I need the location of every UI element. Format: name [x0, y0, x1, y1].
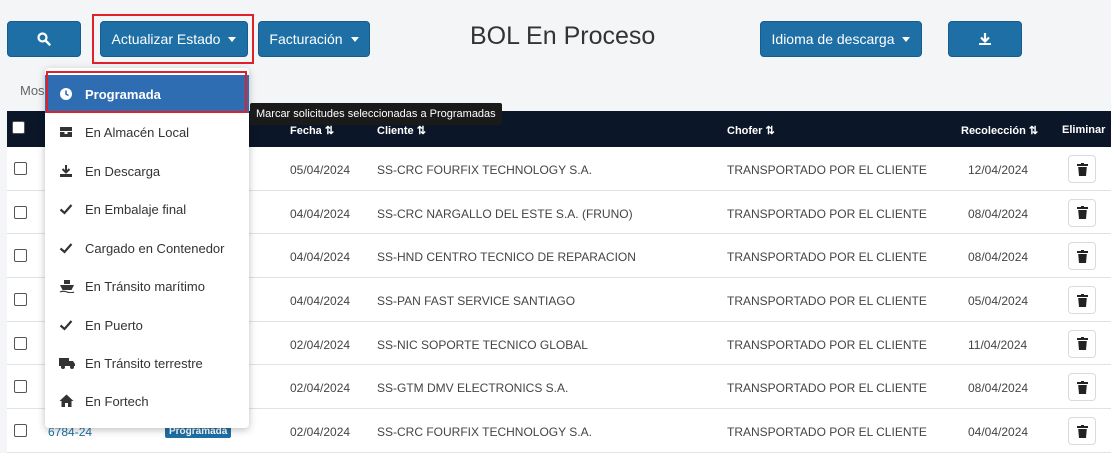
trash-icon	[1076, 293, 1088, 307]
row-checkbox[interactable]	[14, 380, 27, 394]
check-icon	[59, 318, 85, 332]
fecha-cell: 05/04/2024	[290, 163, 351, 177]
update-status-menu: Programada En Almacén Local En Descarga En …	[45, 68, 249, 428]
menu-item-en-embalaje-final[interactable]: En Embalaje final	[45, 190, 249, 228]
warehouse-icon	[59, 125, 85, 139]
menu-item-en-almacén-local[interactable]: En Almacén Local	[45, 113, 249, 151]
chevron-down-icon	[902, 36, 911, 42]
search-icon	[37, 32, 51, 46]
cliente-cell: SS-CRC NARGALLO DEL ESTE S.A. (FRUNO)	[377, 206, 633, 221]
home-icon	[59, 394, 85, 408]
row-checkbox[interactable]	[14, 336, 27, 350]
show-entries-label: Mos	[20, 83, 45, 98]
fecha-cell: 04/04/2024	[290, 250, 351, 265]
download-icon	[59, 164, 85, 178]
delete-button[interactable]	[1068, 242, 1096, 271]
delete-button[interactable]	[1068, 417, 1096, 446]
billing-button[interactable]: Facturación	[258, 21, 370, 57]
cliente-cell: SS-NIC SOPORTE TECNICO GLOBAL	[377, 337, 588, 352]
menu-item-label: En Fortech	[85, 393, 149, 409]
row-checkbox[interactable]	[14, 424, 27, 438]
chofer-cell: TRANSPORTADO POR EL CLIENTE	[727, 381, 927, 396]
chevron-down-icon	[350, 36, 359, 42]
sort-icon: ⇅	[416, 125, 426, 137]
delete-button[interactable]	[1068, 155, 1096, 183]
highlight-box	[46, 71, 247, 113]
chofer-cell: TRANSPORTADO POR EL CLIENTE	[727, 294, 927, 309]
cliente-cell: SS-CRC FOURFIX TECHNOLOGY S.A.	[377, 163, 592, 177]
row-checkbox[interactable]	[14, 205, 27, 219]
row-checkbox[interactable]	[14, 249, 27, 263]
header-eliminar: Eliminar	[1062, 124, 1106, 136]
header-cliente[interactable]: Cliente ⇅	[377, 124, 426, 137]
fecha-cell: 02/04/2024	[290, 337, 351, 352]
chofer-cell: TRANSPORTADO POR EL CLIENTE	[727, 337, 927, 352]
download-language-label: Idioma de descarga	[771, 31, 895, 47]
trash-icon	[1076, 162, 1088, 176]
check-icon	[59, 241, 85, 255]
cliente-cell: SS-HND CENTRO TECNICO DE REPARACION	[377, 250, 636, 265]
trash-icon	[1076, 380, 1088, 394]
delete-button[interactable]	[1068, 329, 1096, 358]
menu-item-label: En Tránsito terrestre	[85, 355, 203, 371]
chofer-cell: TRANSPORTADO POR EL CLIENTE	[727, 250, 927, 265]
menu-item-label: En Descarga	[85, 163, 161, 179]
header-chofer[interactable]: Chofer ⇅	[727, 124, 775, 137]
trash-icon	[1076, 249, 1088, 263]
fecha-cell: 04/04/2024	[290, 294, 351, 309]
menu-item-en-fortech[interactable]: En Fortech	[45, 382, 249, 420]
recoleccion-cell: 08/04/2024	[968, 381, 1029, 396]
menu-item-cargado-en-contenedor[interactable]: Cargado en Contenedor	[45, 229, 249, 267]
menu-item-label: En Tránsito marítimo	[85, 278, 205, 294]
recoleccion-cell: 05/04/2024	[968, 294, 1029, 309]
trash-icon	[1076, 424, 1088, 438]
delete-button[interactable]	[1068, 286, 1096, 315]
select-all-checkbox[interactable]	[12, 121, 25, 134]
trash-icon	[1076, 337, 1088, 351]
sort-icon: ⇅	[324, 125, 335, 137]
cliente-cell: SS-CRC FOURFIX TECHNOLOGY S.A.	[377, 425, 592, 440]
chofer-cell: TRANSPORTADO POR EL CLIENTE	[727, 163, 927, 177]
cliente-cell: SS-GTM DMV ELECTRONICS S.A.	[377, 381, 569, 396]
menu-item-en-tránsito-marítimo[interactable]: En Tránsito marítimo	[45, 267, 249, 305]
delete-button[interactable]	[1068, 198, 1096, 227]
recoleccion-cell: 12/04/2024	[968, 163, 1029, 177]
menu-item-en-descarga[interactable]: En Descarga	[45, 152, 249, 190]
row-checkbox[interactable]	[14, 293, 27, 307]
download-language-button[interactable]: Idioma de descarga	[760, 21, 922, 57]
sort-icon: ⇅	[765, 125, 775, 137]
download-button[interactable]	[948, 21, 1022, 57]
fecha-cell: 02/04/2024	[290, 381, 351, 396]
chofer-cell: TRANSPORTADO POR EL CLIENTE	[727, 206, 927, 221]
fecha-cell: 04/04/2024	[290, 206, 351, 221]
trash-icon	[1076, 206, 1088, 220]
truck-icon	[59, 356, 85, 370]
header-recoleccion[interactable]: Recolección ⇅	[961, 124, 1038, 137]
check-icon	[59, 202, 85, 216]
menu-item-label: En Embalaje final	[85, 201, 187, 217]
recoleccion-cell: 08/04/2024	[968, 250, 1029, 265]
tooltip: Marcar solicitudes seleccionadas a Progr…	[250, 103, 502, 125]
sort-icon: ⇅	[1028, 125, 1039, 137]
menu-item-label: En Puerto	[85, 317, 143, 333]
highlight-box	[92, 14, 254, 64]
recoleccion-cell: 04/04/2024	[968, 425, 1029, 440]
menu-item-label: En Almacén Local	[85, 124, 190, 140]
delete-button[interactable]	[1068, 373, 1096, 402]
ship-icon	[59, 279, 85, 293]
billing-label: Facturación	[269, 31, 343, 47]
menu-item-label: Cargado en Contenedor	[85, 240, 225, 256]
fecha-cell: 02/04/2024	[290, 425, 351, 440]
menu-item-en-tránsito-terrestre[interactable]: En Tránsito terrestre	[45, 344, 249, 382]
row-checkbox[interactable]	[14, 162, 27, 175]
cliente-cell: SS-PAN FAST SERVICE SANTIAGO	[377, 294, 576, 309]
menu-item-en-puerto[interactable]: En Puerto	[45, 306, 249, 344]
header-fecha[interactable]: Fecha ⇅	[290, 124, 334, 137]
recoleccion-cell: 08/04/2024	[968, 206, 1029, 221]
download-icon	[979, 33, 991, 45]
chofer-cell: TRANSPORTADO POR EL CLIENTE	[727, 425, 927, 440]
search-button[interactable]	[7, 21, 81, 57]
page-title: BOL En Proceso	[470, 22, 656, 50]
recoleccion-cell: 11/04/2024	[968, 337, 1028, 352]
